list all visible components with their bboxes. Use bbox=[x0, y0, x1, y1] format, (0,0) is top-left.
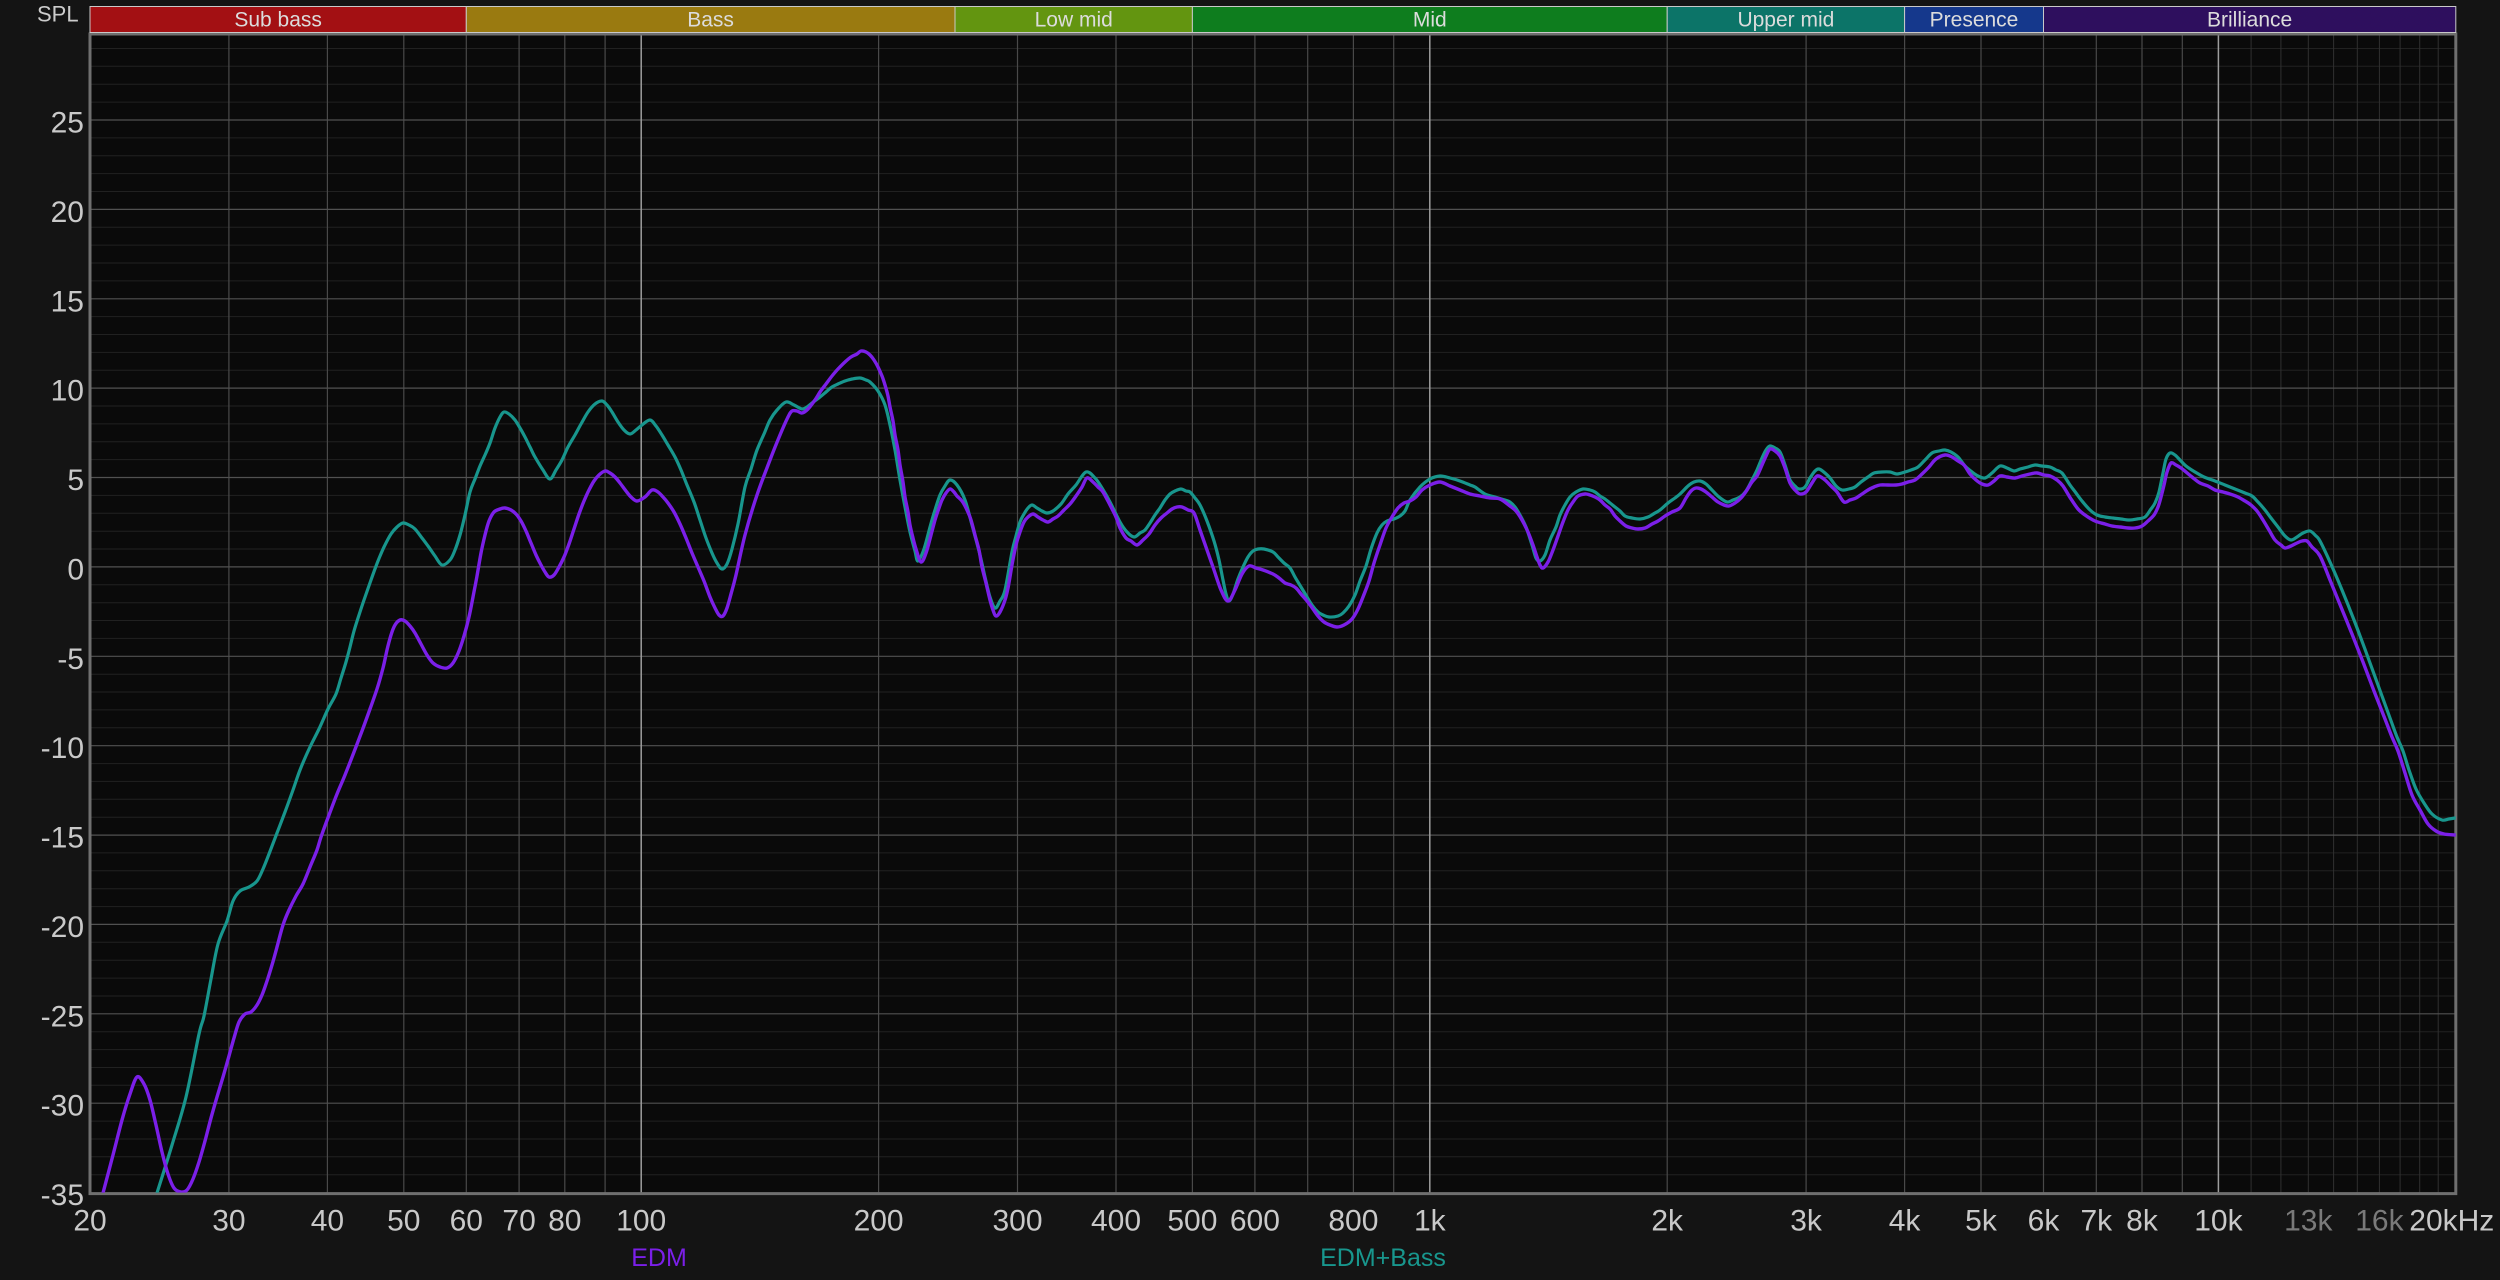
svg-text:5: 5 bbox=[67, 464, 84, 497]
svg-text:50: 50 bbox=[387, 1205, 420, 1238]
svg-text:20kHz: 20kHz bbox=[2409, 1205, 2494, 1238]
svg-text:4k: 4k bbox=[1889, 1205, 1922, 1238]
svg-text:EDM+Bass: EDM+Bass bbox=[1320, 1244, 1446, 1272]
svg-text:Bass: Bass bbox=[687, 9, 734, 32]
svg-text:Brilliance: Brilliance bbox=[2207, 9, 2292, 32]
svg-text:70: 70 bbox=[502, 1205, 535, 1238]
svg-text:13k: 13k bbox=[2284, 1205, 2333, 1238]
svg-text:800: 800 bbox=[1328, 1205, 1378, 1238]
svg-text:10k: 10k bbox=[2194, 1205, 2243, 1238]
svg-text:30: 30 bbox=[212, 1205, 245, 1238]
svg-text:80: 80 bbox=[548, 1205, 581, 1238]
svg-text:20: 20 bbox=[73, 1205, 106, 1238]
svg-text:Sub bass: Sub bass bbox=[234, 9, 322, 32]
svg-text:6k: 6k bbox=[2028, 1205, 2061, 1238]
svg-text:-10: -10 bbox=[41, 732, 84, 765]
svg-text:-20: -20 bbox=[41, 911, 84, 944]
svg-text:60: 60 bbox=[450, 1205, 483, 1238]
svg-text:25: 25 bbox=[51, 107, 84, 140]
svg-text:400: 400 bbox=[1091, 1205, 1141, 1238]
svg-text:300: 300 bbox=[992, 1205, 1042, 1238]
svg-text:-30: -30 bbox=[41, 1090, 84, 1123]
svg-text:100: 100 bbox=[616, 1205, 666, 1238]
svg-text:1k: 1k bbox=[1414, 1205, 1447, 1238]
svg-text:3k: 3k bbox=[1790, 1205, 1823, 1238]
svg-text:-15: -15 bbox=[41, 822, 84, 855]
svg-text:600: 600 bbox=[1230, 1205, 1280, 1238]
svg-text:500: 500 bbox=[1167, 1205, 1217, 1238]
svg-text:16k: 16k bbox=[2355, 1205, 2404, 1238]
svg-text:8k: 8k bbox=[2126, 1205, 2159, 1238]
svg-text:Upper mid: Upper mid bbox=[1737, 9, 1834, 32]
svg-text:Low mid: Low mid bbox=[1035, 9, 1113, 32]
svg-text:EDM: EDM bbox=[631, 1244, 687, 1272]
svg-text:0: 0 bbox=[67, 553, 84, 586]
svg-text:-25: -25 bbox=[41, 1000, 84, 1033]
svg-text:15: 15 bbox=[51, 285, 84, 318]
svg-text:7k: 7k bbox=[2080, 1205, 2113, 1238]
svg-text:10: 10 bbox=[51, 375, 84, 408]
svg-text:SPL: SPL bbox=[37, 2, 79, 27]
svg-text:Mid: Mid bbox=[1413, 9, 1447, 32]
svg-text:Presence: Presence bbox=[1930, 9, 2019, 32]
svg-text:-5: -5 bbox=[57, 643, 84, 676]
svg-text:200: 200 bbox=[854, 1205, 904, 1238]
svg-text:2k: 2k bbox=[1651, 1205, 1684, 1238]
svg-text:40: 40 bbox=[311, 1205, 344, 1238]
svg-text:20: 20 bbox=[51, 196, 84, 229]
svg-text:5k: 5k bbox=[1965, 1205, 1998, 1238]
